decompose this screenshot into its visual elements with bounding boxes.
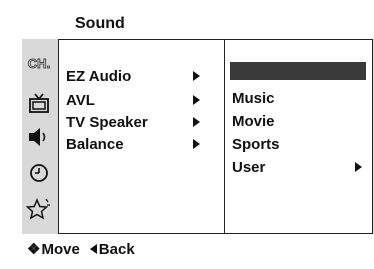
back-icon bbox=[89, 244, 97, 255]
submenu-item-label: Movie bbox=[232, 113, 275, 130]
picture-icon[interactable] bbox=[25, 89, 53, 117]
menu-item-avl[interactable]: AVL bbox=[66, 92, 216, 110]
submenu-arrow-icon bbox=[193, 71, 200, 81]
ch-icon-text: CH. bbox=[28, 56, 50, 71]
speaker-icon[interactable] bbox=[25, 123, 53, 151]
move-hint: Move bbox=[41, 240, 80, 258]
icon-sidebar: CH. bbox=[22, 39, 56, 234]
submenu-item-label: Sports bbox=[232, 136, 280, 153]
main-menu-panel: EZ Audio AVL TV Speaker Balance bbox=[58, 39, 225, 234]
submenu-arrow-icon bbox=[193, 139, 200, 149]
submenu-arrow-icon bbox=[355, 162, 362, 172]
move-icon: ❖ bbox=[27, 241, 41, 259]
star-icon[interactable] bbox=[25, 195, 53, 223]
submenu-arrow-icon bbox=[193, 95, 200, 105]
osd-window: Sound CH. EZ Audio AVL TV Speaker Balanc… bbox=[11, 4, 374, 262]
submenu-item-sports[interactable]: Sports bbox=[232, 136, 366, 154]
footer-hints: ❖Move Back bbox=[27, 240, 135, 259]
back-hint: Back bbox=[98, 240, 135, 258]
submenu-arrow-icon bbox=[193, 117, 200, 127]
submenu-item-user[interactable]: User bbox=[232, 159, 366, 177]
menu-item-label: AVL bbox=[66, 92, 95, 109]
menu-item-tv-speaker[interactable]: TV Speaker bbox=[66, 114, 216, 132]
menu-item-ez-audio[interactable]: EZ Audio bbox=[66, 68, 216, 86]
menu-item-balance[interactable]: Balance bbox=[66, 136, 216, 154]
page-title: Sound bbox=[75, 15, 125, 32]
menu-item-label: EZ Audio bbox=[66, 68, 132, 85]
ch-icon[interactable]: CH. bbox=[25, 49, 53, 77]
clock-icon[interactable] bbox=[25, 159, 53, 187]
submenu-item-label: User bbox=[232, 159, 266, 176]
menu-item-label: TV Speaker bbox=[66, 114, 148, 131]
submenu-panel: Music Movie Sports User bbox=[224, 39, 373, 234]
submenu-item-music[interactable]: Music bbox=[232, 90, 366, 108]
submenu-item-movie[interactable]: Movie bbox=[232, 113, 366, 131]
menu-item-label: Balance bbox=[66, 136, 124, 153]
submenu-item-highlighted[interactable] bbox=[230, 62, 366, 80]
submenu-item-label: Music bbox=[232, 90, 275, 107]
menu-frame: CH. EZ Audio AVL TV Speaker Balance Musi… bbox=[22, 39, 374, 234]
